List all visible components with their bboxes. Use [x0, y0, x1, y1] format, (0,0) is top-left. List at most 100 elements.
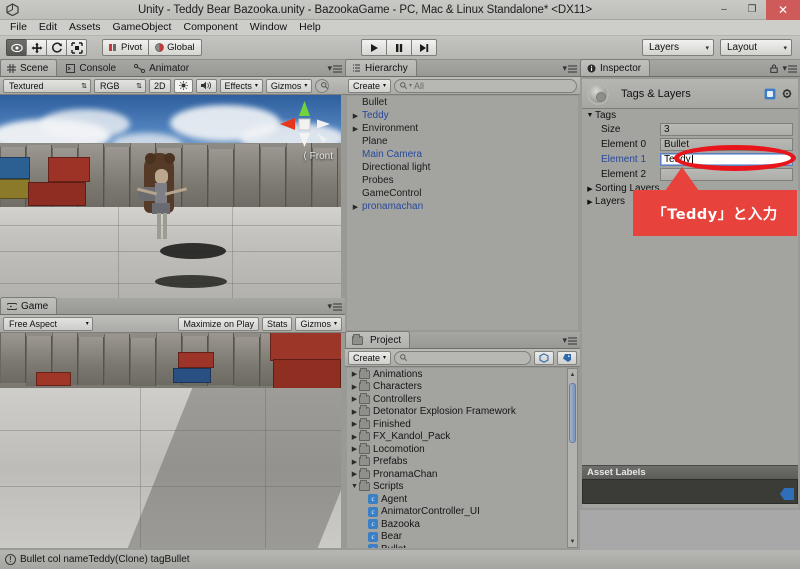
- collapse-arrow-icon[interactable]: ▼: [350, 483, 359, 490]
- expand-arrow-icon[interactable]: ▶: [350, 395, 359, 403]
- project-item-locomotion[interactable]: ▶ Locomotion: [347, 442, 578, 456]
- project-search-input[interactable]: [394, 350, 531, 365]
- scrollbar-thumb[interactable]: [569, 383, 576, 443]
- expand-arrow-icon[interactable]: ▶: [351, 112, 360, 120]
- expand-arrow-icon[interactable]: ▶: [350, 420, 359, 428]
- minimize-button[interactable]: –: [710, 0, 738, 20]
- scene-orientation-gizmo[interactable]: [277, 99, 333, 151]
- expand-arrow-icon[interactable]: ▶: [350, 470, 359, 478]
- expand-arrow-icon[interactable]: ▶: [351, 203, 360, 211]
- hand-tool-button[interactable]: [6, 39, 27, 56]
- maximize-on-play-button[interactable]: Maximize on Play: [178, 316, 259, 331]
- collapse-arrow-icon[interactable]: ▼: [585, 112, 595, 119]
- pivot-button[interactable]: Pivot: [102, 39, 150, 56]
- scene-panel-menu-icon[interactable]: ▾: [327, 63, 342, 74]
- hierarchy-item-gamecontrol[interactable]: GameControl: [347, 187, 578, 200]
- project-item-detonator[interactable]: ▶ Detonator Explosion Framework: [347, 405, 578, 419]
- menu-component[interactable]: Component: [177, 20, 243, 35]
- object-filter-button[interactable]: [534, 350, 554, 365]
- tab-hierarchy[interactable]: Hierarchy: [345, 59, 417, 76]
- audio-toggle-button[interactable]: [195, 78, 217, 93]
- rotate-tool-button[interactable]: [46, 39, 67, 56]
- gizmos-dropdown[interactable]: Gizmos ▾: [265, 78, 313, 93]
- project-scrollbar[interactable]: ▲ ▼: [567, 368, 578, 548]
- inspector-tabrow-icons[interactable]: ▾: [770, 63, 797, 74]
- project-item-bullet[interactable]: cBullet: [347, 543, 578, 548]
- hierarchy-item-environment[interactable]: ▶ Environment: [347, 122, 578, 135]
- tab-animator[interactable]: Animator: [127, 59, 198, 76]
- game-viewport[interactable]: [0, 333, 341, 548]
- project-item-prefabs[interactable]: ▶ Prefabs: [347, 455, 578, 469]
- global-button[interactable]: Global: [148, 39, 202, 56]
- expand-arrow-icon[interactable]: ▶: [350, 383, 359, 391]
- tab-console[interactable]: Console: [59, 59, 125, 76]
- tag-size-input[interactable]: 3: [660, 123, 793, 136]
- label-filter-button[interactable]: [557, 350, 577, 365]
- preset-icon[interactable]: [764, 88, 776, 100]
- expand-arrow-icon[interactable]: ▶: [585, 185, 595, 193]
- project-item-fx-kandol-pack[interactable]: ▶ FX_Kandol_Pack: [347, 430, 578, 444]
- project-item-animatorcontroller-ui[interactable]: c AnimatorController_UI: [347, 506, 578, 519]
- tab-project[interactable]: Project: [345, 331, 411, 348]
- project-create-button[interactable]: Create ▾: [348, 350, 392, 365]
- expand-arrow-icon[interactable]: ▶: [350, 433, 359, 441]
- menu-file[interactable]: File: [4, 20, 33, 35]
- step-button[interactable]: [411, 39, 437, 56]
- asset-labels-body[interactable]: [582, 479, 798, 504]
- stats-button[interactable]: Stats: [261, 316, 293, 331]
- hierarchy-item-teddy[interactable]: ▶ Teddy: [347, 109, 578, 122]
- project-item-controllers[interactable]: ▶ Controllers: [347, 392, 578, 406]
- menu-help[interactable]: Help: [293, 20, 327, 35]
- gear-icon[interactable]: [781, 88, 793, 100]
- project-item-finished[interactable]: ▶ Finished: [347, 417, 578, 431]
- project-item-agent[interactable]: c Agent: [347, 493, 578, 506]
- game-gizmos-dropdown[interactable]: Gizmos ▾: [295, 316, 343, 331]
- move-tool-button[interactable]: [26, 39, 47, 56]
- draw-mode-dropdown[interactable]: Textured ⇅: [3, 78, 91, 93]
- expand-arrow-icon[interactable]: ▶: [585, 198, 595, 206]
- scale-tool-button[interactable]: [66, 39, 87, 56]
- hierarchy-list[interactable]: Bullet ▶ Teddy ▶ Environment Plane Main …: [347, 96, 578, 330]
- expand-arrow-icon[interactable]: ▶: [350, 408, 359, 416]
- hierarchy-item-pronamachan[interactable]: ▶ pronamachan: [347, 200, 578, 213]
- aspect-dropdown[interactable]: Free Aspect ▾: [3, 316, 93, 331]
- restore-button[interactable]: ❐: [738, 0, 766, 20]
- project-panel-menu-icon[interactable]: ▾: [562, 335, 577, 346]
- hierarchy-item-probes[interactable]: Probes: [347, 174, 578, 187]
- tab-inspector[interactable]: Inspector: [580, 59, 651, 76]
- menu-edit[interactable]: Edit: [33, 20, 63, 35]
- hierarchy-panel-menu-icon[interactable]: ▾: [562, 63, 577, 74]
- tab-game[interactable]: Game: [0, 297, 58, 314]
- layout-dropdown[interactable]: Layout ▾: [720, 39, 792, 56]
- project-item-characters[interactable]: ▶ Characters: [347, 380, 578, 394]
- expand-arrow-icon[interactable]: ▶: [350, 445, 359, 453]
- scene-search-input[interactable]: [315, 78, 330, 93]
- effects-dropdown[interactable]: Effects ▾: [219, 78, 263, 93]
- expand-arrow-icon[interactable]: ▶: [350, 458, 359, 466]
- scene-viewport[interactable]: ⟨ Front: [0, 95, 341, 298]
- hierarchy-item-bullet[interactable]: Bullet: [347, 96, 578, 109]
- menu-gameobject[interactable]: GameObject: [107, 20, 178, 35]
- project-item-pronamachan[interactable]: ▶ PronamaChan: [347, 467, 578, 481]
- menu-window[interactable]: Window: [244, 20, 293, 35]
- pause-button[interactable]: [386, 39, 412, 56]
- expand-arrow-icon[interactable]: ▶: [350, 370, 359, 378]
- project-item-scripts[interactable]: ▼ Scripts: [347, 480, 578, 494]
- project-list[interactable]: ▶ Animations ▶ Characters ▶ Controllers ▶ De…: [347, 368, 578, 548]
- project-item-bear[interactable]: c Bear: [347, 531, 578, 544]
- hierarchy-item-main-camera[interactable]: Main Camera: [347, 148, 578, 161]
- scroll-down-arrow-icon[interactable]: ▼: [568, 536, 577, 547]
- game-panel-menu-icon[interactable]: ▾: [327, 301, 342, 312]
- hierarchy-search-input[interactable]: ▾ All: [394, 78, 577, 93]
- hierarchy-item-plane[interactable]: Plane: [347, 135, 578, 148]
- color-mode-dropdown[interactable]: RGB ⇅: [94, 78, 146, 93]
- expand-arrow-icon[interactable]: ▶: [351, 125, 360, 133]
- tab-scene[interactable]: Scene: [0, 59, 58, 76]
- project-item-animations[interactable]: ▶ Animations: [347, 368, 578, 381]
- lighting-toggle-button[interactable]: [173, 78, 193, 93]
- 2d-toggle-button[interactable]: 2D: [149, 78, 171, 93]
- layers-dropdown[interactable]: Layers ▾: [642, 39, 714, 56]
- tags-section-header[interactable]: ▼ Tags: [582, 109, 798, 122]
- menu-assets[interactable]: Assets: [63, 20, 107, 35]
- project-item-bazooka[interactable]: c Bazooka: [347, 518, 578, 531]
